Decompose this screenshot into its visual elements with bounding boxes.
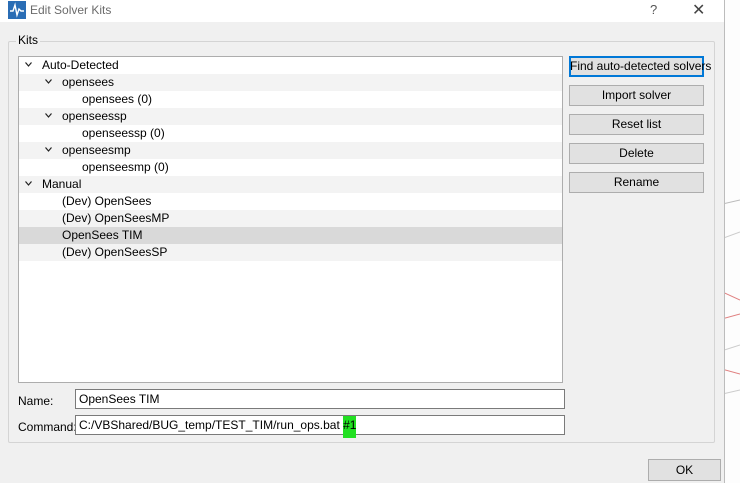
name-field[interactable]: OpenSees TIM <box>75 389 565 409</box>
command-highlight: #1 <box>343 416 357 438</box>
tree-item-manual[interactable]: Manual <box>19 176 562 193</box>
rename-button[interactable]: Rename <box>569 172 704 193</box>
reset-list-button[interactable]: Reset list <box>569 114 704 135</box>
find-auto-detected-solvers-button[interactable]: Find auto-detected solvers <box>569 56 711 77</box>
name-label: Name: <box>18 394 54 408</box>
delete-button[interactable]: Delete <box>569 143 704 164</box>
tree-item-label: Manual <box>42 177 82 191</box>
tree-item-dev-opensees[interactable]: (Dev) OpenSees <box>19 193 562 210</box>
tree-item-label: opensees <box>62 75 115 89</box>
tree-item-dev-openseessp[interactable]: (Dev) OpenSeesSP <box>19 244 562 261</box>
close-button[interactable]: ✕ <box>692 0 705 20</box>
tree-item-label: (Dev) OpenSeesMP <box>62 211 170 225</box>
tree-item-label: openseesmp (0) <box>82 160 169 174</box>
name-field-value: OpenSees TIM <box>79 392 160 406</box>
window-title: Edit Solver Kits <box>30 3 112 17</box>
tree-item-opensees-tim[interactable]: OpenSees TIM <box>19 227 562 244</box>
command-field[interactable]: C:/VBShared/BUG_temp/TEST_TIM/run_ops.ba… <box>75 415 565 438</box>
tree-item-dev-openseesmp[interactable]: (Dev) OpenSeesMP <box>19 210 562 227</box>
tree-item-label: openseessp (0) <box>82 126 165 140</box>
app-icon <box>8 1 26 19</box>
chevron-down-icon[interactable] <box>25 61 32 68</box>
kits-tree[interactable]: Auto-Detected opensees opensees (0) open… <box>18 56 563 383</box>
kits-group-title: Kits <box>16 33 41 47</box>
tree-item-label: (Dev) OpenSeesSP <box>62 245 168 259</box>
command-field-value: C:/VBShared/BUG_temp/TEST_TIM/run_ops.ba… <box>79 418 344 432</box>
chevron-down-icon[interactable] <box>45 112 52 119</box>
tree-item-openseesmp[interactable]: openseesmp <box>19 142 562 159</box>
chevron-down-icon[interactable] <box>45 146 52 153</box>
edit-solver-kits-dialog: Edit Solver Kits ? ✕ Kits Auto-Detected … <box>0 0 725 483</box>
tree-item-opensees-0[interactable]: opensees (0) <box>19 91 562 108</box>
tree-item-openseessp[interactable]: openseessp <box>19 108 562 125</box>
command-label: Command: <box>18 420 77 434</box>
tree-item-label: openseessp <box>62 109 127 123</box>
tree-item-label: (Dev) OpenSees <box>62 194 152 208</box>
tree-item-auto-detected[interactable]: Auto-Detected <box>19 57 562 74</box>
tree-item-openseessp-0[interactable]: openseessp (0) <box>19 125 562 142</box>
tree-item-label: opensees (0) <box>82 92 153 106</box>
tree-item-opensees[interactable]: opensees <box>19 74 562 91</box>
title-bar: Edit Solver Kits ? ✕ <box>0 0 724 22</box>
tree-item-label: Auto-Detected <box>42 58 119 72</box>
chevron-down-icon[interactable] <box>25 180 32 187</box>
ok-button[interactable]: OK <box>648 459 721 481</box>
tree-item-openseesmp-0[interactable]: openseesmp (0) <box>19 159 562 176</box>
help-button[interactable]: ? <box>650 2 657 17</box>
import-solver-button[interactable]: Import solver <box>569 85 704 106</box>
tree-item-label: OpenSees TIM <box>62 228 143 242</box>
chevron-down-icon[interactable] <box>45 78 52 85</box>
tree-item-label: openseesmp <box>62 143 131 157</box>
